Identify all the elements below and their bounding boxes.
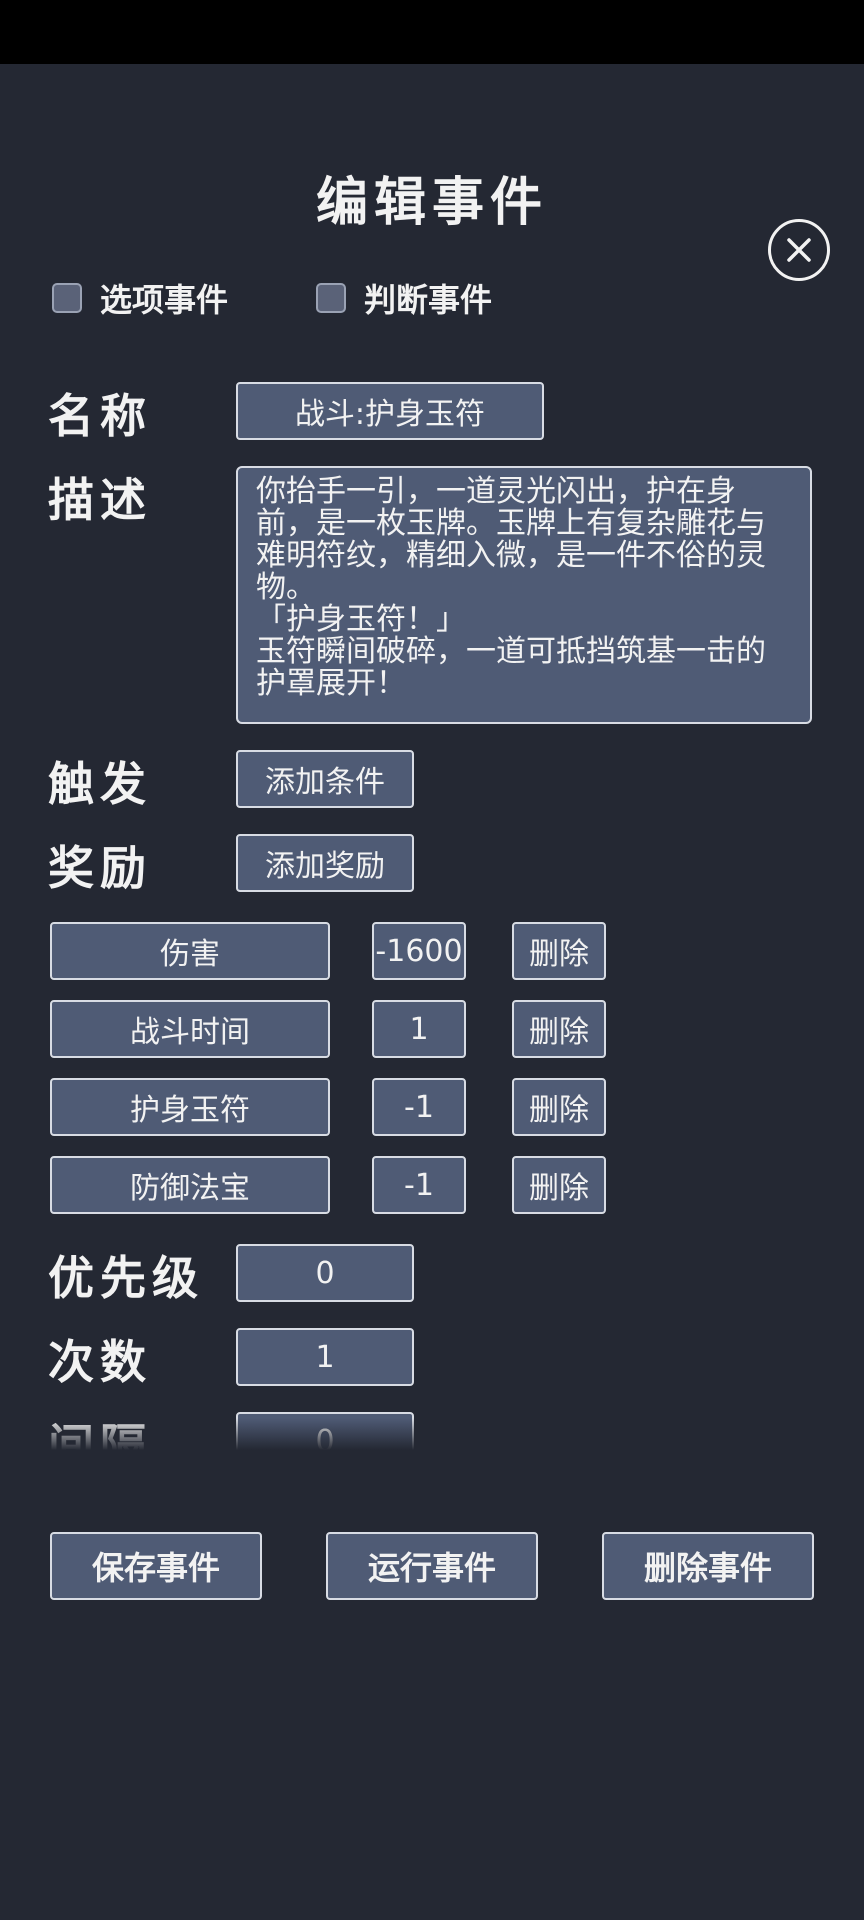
- trigger-label: 触发: [48, 757, 152, 811]
- reward-label: 奖励: [48, 841, 152, 895]
- count-label: 次数: [48, 1335, 152, 1389]
- delete-event-button[interactable]: 删除事件: [602, 1532, 814, 1600]
- save-event-button[interactable]: 保存事件: [50, 1532, 262, 1600]
- page-title: 编辑事件: [315, 173, 548, 233]
- close-icon: [787, 238, 811, 262]
- judge-event-option[interactable]: 判断事件: [316, 276, 492, 320]
- reward-name-button[interactable]: 战斗时间: [50, 1000, 330, 1058]
- choice-event-option[interactable]: 选项事件: [52, 276, 228, 320]
- judge-event-checkbox[interactable]: [316, 283, 346, 313]
- status-bar: [0, 0, 864, 64]
- close-button[interactable]: [768, 219, 830, 281]
- reward-name-button[interactable]: 防御法宝: [50, 1156, 330, 1214]
- choice-event-checkbox[interactable]: [52, 283, 82, 313]
- description-label: 描述: [48, 473, 152, 527]
- reward-name-button[interactable]: 伤害: [50, 922, 330, 980]
- name-input[interactable]: 战斗:护身玉符: [236, 382, 544, 440]
- priority-input[interactable]: 0: [236, 1244, 414, 1302]
- reward-delete-button[interactable]: 删除: [512, 922, 606, 980]
- run-event-button[interactable]: 运行事件: [326, 1532, 538, 1600]
- description-textarea[interactable]: 你抬手一引，一道灵光闪出，护在身前，是一枚玉牌。玉牌上有复杂雕花与难明符纹，精细…: [236, 466, 812, 724]
- reward-list-scroll[interactable]: 伤害 -1600 删除 战斗时间 1 删除 护身玉符 -1 删除 防御法宝 -1…: [0, 910, 864, 1450]
- priority-label: 优先级: [48, 1251, 204, 1305]
- reward-value-input[interactable]: -1: [372, 1156, 466, 1214]
- scroll-fade: [0, 1418, 864, 1450]
- reward-delete-button[interactable]: 删除: [512, 1078, 606, 1136]
- reward-value-input[interactable]: -1600: [372, 922, 466, 980]
- count-input[interactable]: 1: [236, 1328, 414, 1386]
- add-reward-button[interactable]: 添加奖励: [236, 834, 414, 892]
- reward-name-button[interactable]: 护身玉符: [50, 1078, 330, 1136]
- reward-delete-button[interactable]: 删除: [512, 1156, 606, 1214]
- choice-event-label: 选项事件: [100, 281, 229, 319]
- reward-delete-button[interactable]: 删除: [512, 1000, 606, 1058]
- reward-value-input[interactable]: -1: [372, 1078, 466, 1136]
- reward-value-input[interactable]: 1: [372, 1000, 466, 1058]
- name-label: 名称: [48, 389, 152, 443]
- add-condition-button[interactable]: 添加条件: [236, 750, 414, 808]
- judge-event-label: 判断事件: [364, 281, 493, 319]
